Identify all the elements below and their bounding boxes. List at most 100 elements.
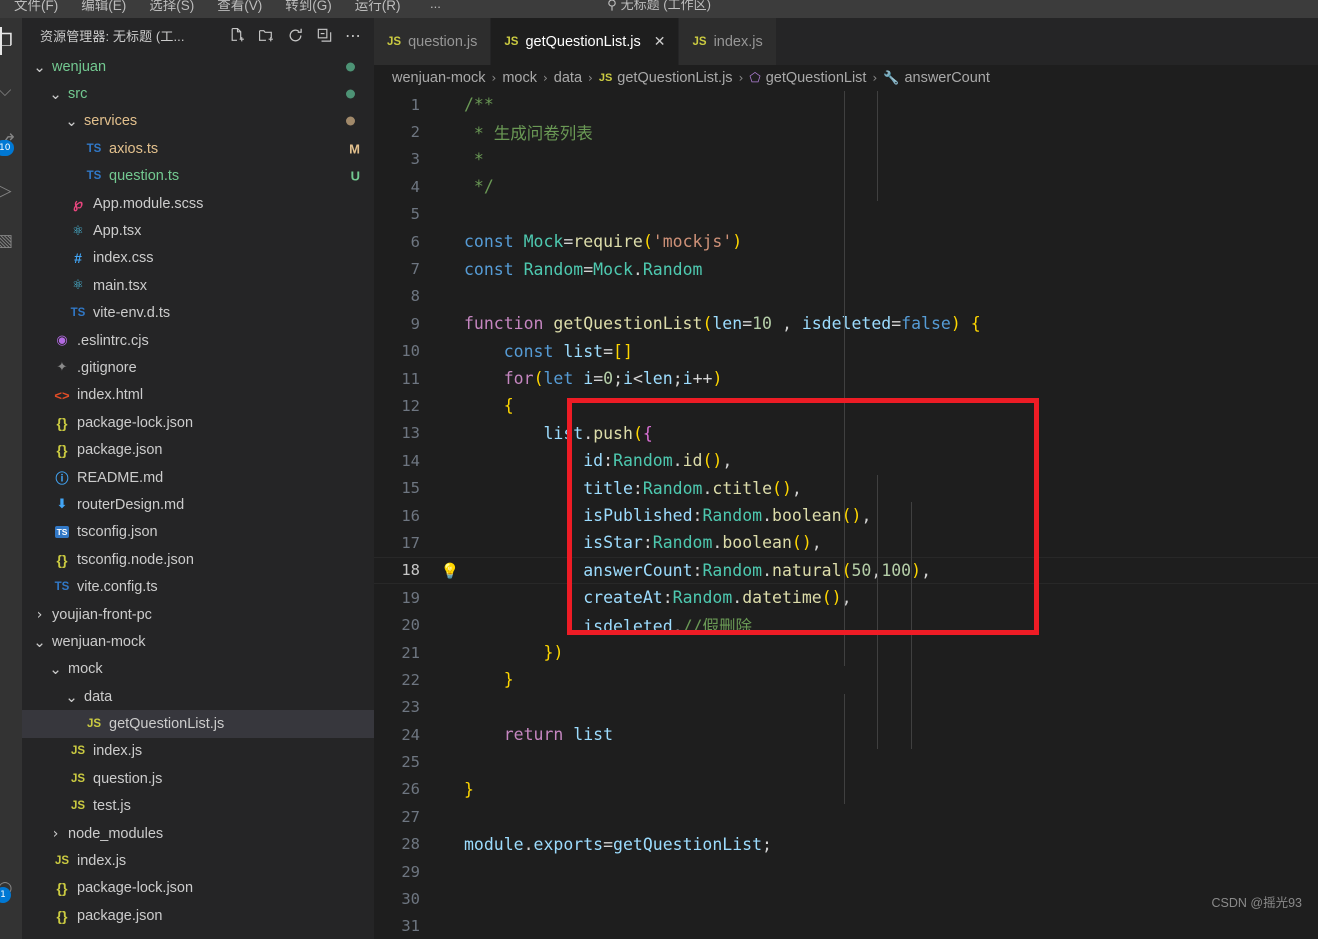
tree-folder-node-modules[interactable]: › node_modules [22, 820, 374, 847]
tree-file-package-lock-json[interactable]: {} package-lock.json [22, 875, 374, 902]
editor-tab-index-js[interactable]: JS index.js [679, 18, 777, 65]
breadcrumb[interactable]: wenjuan-mock › mock › data › JS getQuestionList… [374, 65, 1318, 91]
tree-folder-youjian-front-pc[interactable]: › youjian-front-pc [22, 601, 374, 628]
code-line[interactable]: 14 id:Random.id(), [374, 447, 1318, 474]
tree-folder-services[interactable]: ⌄ services [22, 108, 374, 135]
code-line[interactable]: 10 const list=[] [374, 338, 1318, 365]
code-editor[interactable]: 1/** 2 * 生成问卷列表 3 * 4 */5 6 const Mock=requir… [374, 91, 1318, 939]
code-line[interactable]: 31 [374, 913, 1318, 939]
tree-file-vite-config-ts[interactable]: TS vite.config.ts [22, 573, 374, 600]
tree-file-tsconfig-json[interactable]: TS tsconfig.json [22, 519, 374, 546]
line-number: 24 [401, 725, 420, 744]
code-line[interactable]: 2 * 生成问卷列表 [374, 118, 1318, 145]
refresh-icon[interactable] [284, 25, 306, 47]
tree-file-getquestionlist-js[interactable]: JS getQuestionList.js [22, 710, 374, 738]
tree-file-index-js[interactable]: JS index.js [22, 738, 374, 765]
editor-tab-bar[interactable]: JS question.js JS getQuestionList.js ✕ JS inde… [374, 18, 1318, 65]
tree-file-readme-md[interactable]: ⓘ README.md [22, 464, 374, 491]
tree-file-index-html[interactable]: <> index.html [22, 382, 374, 409]
breadcrumb-item-getquestionlist-js[interactable]: JS getQuestionList.js [599, 70, 733, 86]
tree-file-package-json[interactable]: {} package.json [22, 436, 374, 463]
tree-file-index-css[interactable]: # index.css [22, 245, 374, 272]
line-number: 3 [410, 150, 420, 169]
activity-run-debug-icon[interactable]: ▷ [0, 176, 20, 206]
activity-search-icon[interactable]: ⌵ [0, 76, 20, 106]
tree-folder-mock[interactable]: ⌄ mock [22, 656, 374, 683]
tree-file-axios-ts[interactable]: TS axios.ts M [22, 135, 374, 162]
code-line[interactable]: 1 /** [374, 91, 1318, 118]
tree-item-label: getQuestionList.js [109, 716, 225, 733]
tree-file-package-lock-json[interactable]: {} package-lock.json [22, 409, 374, 436]
editor-tab-getquestionlist-js[interactable]: JS getQuestionList.js ✕ [491, 18, 680, 65]
tree-item-label: test.js [93, 798, 131, 815]
chevron-down-icon: ⌄ [49, 85, 62, 104]
tree-folder-wenjuan-mock[interactable]: ⌄ wenjuan-mock [22, 628, 374, 655]
tree-folder-wenjuan[interactable]: ⌄ wenjuan [22, 53, 374, 80]
code-text: { [503, 396, 514, 416]
code-line[interactable]: 27 [374, 803, 1318, 830]
code-line[interactable]: 8 [374, 283, 1318, 310]
lightbulb-icon[interactable]: 💡 [436, 561, 464, 580]
file-tree[interactable]: ⌄ wenjuan ⌄ src ⌄ services TS axios.ts M TS questi… [22, 53, 374, 939]
tree-file-routerdesign-md[interactable]: ⬇ routerDesign.md [22, 491, 374, 518]
code-line[interactable]: 3 * [374, 146, 1318, 173]
activity-extensions-icon[interactable]: ▧ [0, 226, 20, 256]
tree-file-app-tsx[interactable]: ⚛ App.tsx [22, 217, 374, 244]
tree-file-question-ts[interactable]: TS question.ts U [22, 163, 374, 190]
code-line[interactable]: 4 */ [374, 173, 1318, 200]
code-line[interactable]: 20 isdeleted,//假删除 [374, 611, 1318, 638]
tree-item-label: package.json [77, 907, 163, 924]
breadcrumb-item-mock[interactable]: mock [502, 70, 537, 86]
close-icon[interactable]: ✕ [654, 34, 666, 50]
tree-file-vite-env-d-ts[interactable]: TS vite-env.d.ts [22, 300, 374, 327]
code-text: answerCount:Random.natural(50,100), [583, 560, 931, 580]
code-line[interactable]: 17 isStar:Random.boolean(), [374, 529, 1318, 556]
code-line[interactable]: 21 }) [374, 639, 1318, 666]
collapse-all-icon[interactable] [313, 25, 335, 47]
code-line[interactable]: 5 [374, 201, 1318, 228]
code-line[interactable]: 12 { [374, 392, 1318, 419]
code-line[interactable]: 30 [374, 885, 1318, 912]
code-line[interactable]: 7 const Random=Mock.Random [374, 255, 1318, 282]
new-folder-icon[interactable] [255, 25, 277, 47]
tree-item-label: wenjuan [52, 58, 107, 75]
code-line[interactable]: 18 💡 answerCount:Random.natural(50,100), [374, 557, 1318, 584]
activity-source-control-icon[interactable]: ⎇ 10 [0, 126, 20, 156]
tree-file-question-js[interactable]: JS question.js [22, 765, 374, 792]
tree-item-label: package.json [77, 442, 163, 459]
code-line[interactable]: 13 list.push({ [374, 420, 1318, 447]
code-line[interactable]: 15 title:Random.ctitle(), [374, 474, 1318, 501]
tree-folder-src[interactable]: ⌄ src [22, 80, 374, 107]
more-actions-icon[interactable]: ⋯ [342, 25, 364, 47]
tree-file-index-js[interactable]: JS index.js [22, 847, 374, 874]
tree-folder-data[interactable]: ⌄ data [22, 683, 374, 710]
code-line[interactable]: 19 createAt:Random.datetime(), [374, 584, 1318, 611]
breadcrumb-item-data[interactable]: data [554, 70, 582, 86]
tree-file-test-js[interactable]: JS test.js [22, 793, 374, 820]
code-line[interactable]: 25 [374, 748, 1318, 775]
code-line[interactable]: 28 module.exports=getQuestionList; [374, 831, 1318, 858]
tree-file--gitignore[interactable]: ✦ .gitignore [22, 354, 374, 381]
activity-explorer-icon[interactable]: ❐ [0, 26, 20, 56]
code-line[interactable]: 9 function getQuestionList(len=10 , isdel… [374, 310, 1318, 337]
code-line[interactable]: 22 } [374, 666, 1318, 693]
code-line[interactable]: 26} [374, 776, 1318, 803]
breadcrumb-item-wenjuan-mock[interactable]: wenjuan-mock [392, 70, 486, 86]
tree-file-main-tsx[interactable]: ⚛ main.tsx [22, 272, 374, 299]
code-line[interactable]: 16 isPublished:Random.boolean(), [374, 502, 1318, 529]
tree-file-app-module-scss[interactable]: ℘ App.module.scss [22, 190, 374, 217]
code-line[interactable]: 6 const Mock=require('mockjs') [374, 228, 1318, 255]
code-line[interactable]: 23 [374, 694, 1318, 721]
breadcrumb-item-getquestionlist[interactable]: ⬠ getQuestionList [749, 70, 866, 86]
code-line[interactable]: 11 for(let i=0;i<len;i++) [374, 365, 1318, 392]
editor-tab-question-js[interactable]: JS question.js [374, 18, 492, 65]
new-file-icon[interactable] [226, 25, 248, 47]
file-type-icon: ⚛ [72, 278, 84, 294]
breadcrumb-item-answercount[interactable]: 🔧 answerCount [883, 70, 990, 86]
tree-file-package-json[interactable]: {} package.json [22, 902, 374, 929]
tree-file-tsconfig-node-json[interactable]: {} tsconfig.node.json [22, 546, 374, 573]
activity-accounts-icon[interactable]: ○ 1 [0, 873, 20, 903]
code-line[interactable]: 29 [374, 858, 1318, 885]
code-line[interactable]: 24 return list [374, 721, 1318, 748]
tree-file--eslintrc-cjs[interactable]: ◉ .eslintrc.cjs [22, 327, 374, 354]
